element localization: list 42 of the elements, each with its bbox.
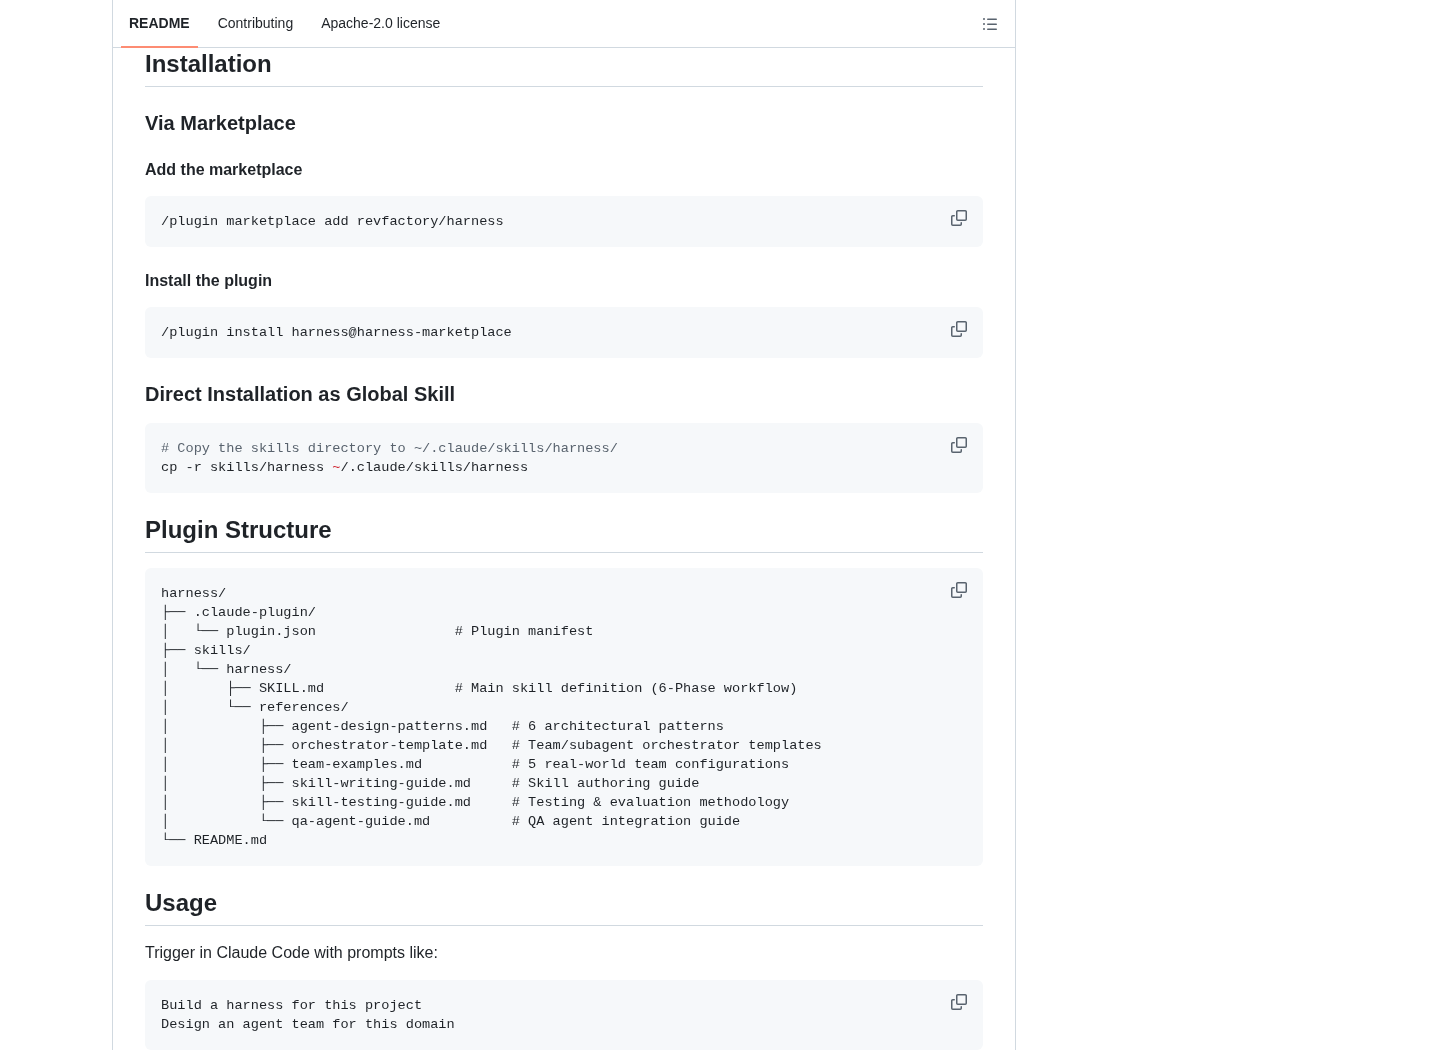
code-line: │ ├── skill-testing-guide.md # Testing & evaluation methodology: [161, 793, 790, 812]
code-line: │ ├── skill-writing-guide.md # Skill authoring guide: [161, 774, 700, 793]
code-line: │ └── harness/: [161, 660, 292, 679]
subsection-heading: Direct Installation as Global Skill: [145, 382, 456, 407]
copy-button[interactable]: [948, 579, 970, 601]
step-heading: Add the marketplace: [145, 160, 303, 180]
section-heading: Plugin Structure: [145, 515, 332, 545]
list-icon: [982, 15, 998, 32]
tab[interactable]: Apache-2.0 license: [313, 0, 449, 48]
subsection-heading: Via Marketplace: [145, 111, 296, 136]
code-line: │ ├── team-examples.md # 5 real-world team configurations: [161, 755, 790, 774]
copy-button[interactable]: [948, 318, 970, 340]
code-line: harness/: [161, 585, 227, 603]
code-line: ├── .claude-plugin/: [161, 603, 316, 622]
tab[interactable]: README: [121, 0, 198, 48]
section-heading: Usage: [145, 888, 218, 918]
code-line: ├── skills/: [161, 641, 251, 660]
copy-button[interactable]: [948, 207, 970, 229]
code-line: │ └── plugin.json # Plugin manifest: [161, 622, 594, 641]
code-line: Design an agent team for this domain: [161, 1016, 455, 1034]
section-heading: Installation: [145, 49, 272, 79]
paragraph: Trigger in Claude Code with prompts like:: [145, 943, 438, 963]
copy-button[interactable]: [948, 434, 970, 456]
code-line: Build a harness for this project: [161, 997, 423, 1015]
tab[interactable]: Contributing: [209, 0, 302, 48]
code-line: └── README.md: [161, 831, 268, 850]
code-line: /plugin marketplace add revfactory/harness: [161, 213, 504, 231]
code-line: │ ├── orchestrator-template.md # Team/subagent orchestrator templates: [161, 736, 822, 755]
code-line: │ ├── SKILL.md # Main skill definition (6-Phase workflow): [161, 679, 798, 698]
step-heading: Install the plugin: [145, 271, 273, 291]
copy-icon: [951, 321, 967, 337]
code-line: # Copy the skills directory to ~/.claude/skills/harness/: [161, 440, 618, 458]
code-line: │ └── qa-agent-guide.md # QA agent integration guide: [161, 812, 741, 831]
copy-icon: [951, 994, 967, 1010]
code-line: │ └── references/: [161, 698, 349, 717]
copy-icon: [951, 210, 967, 226]
copy-icon: [951, 437, 967, 453]
copy-icon: [951, 582, 967, 598]
copy-button[interactable]: [948, 991, 970, 1013]
code-line: cp -r skills/harness ~/.claude/skills/harness: [161, 459, 529, 477]
code-line: /plugin install harness@harness-marketplace: [161, 324, 512, 342]
code-line: │ ├── agent-design-patterns.md # 6 architectural patterns: [161, 717, 724, 736]
